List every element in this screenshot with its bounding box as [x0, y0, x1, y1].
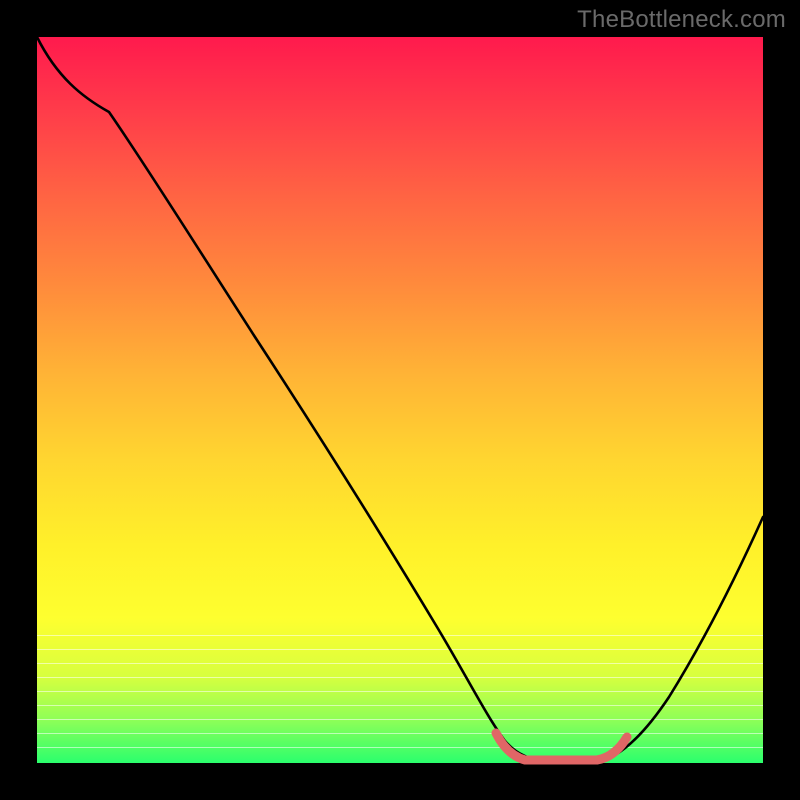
chart-frame: TheBottleneck.com [0, 0, 800, 800]
plot-area [37, 37, 763, 763]
watermark-text: TheBottleneck.com [577, 6, 786, 34]
bottleneck-curve [37, 37, 763, 763]
curve-path [37, 37, 763, 762]
optimal-range-marker [496, 733, 627, 760]
